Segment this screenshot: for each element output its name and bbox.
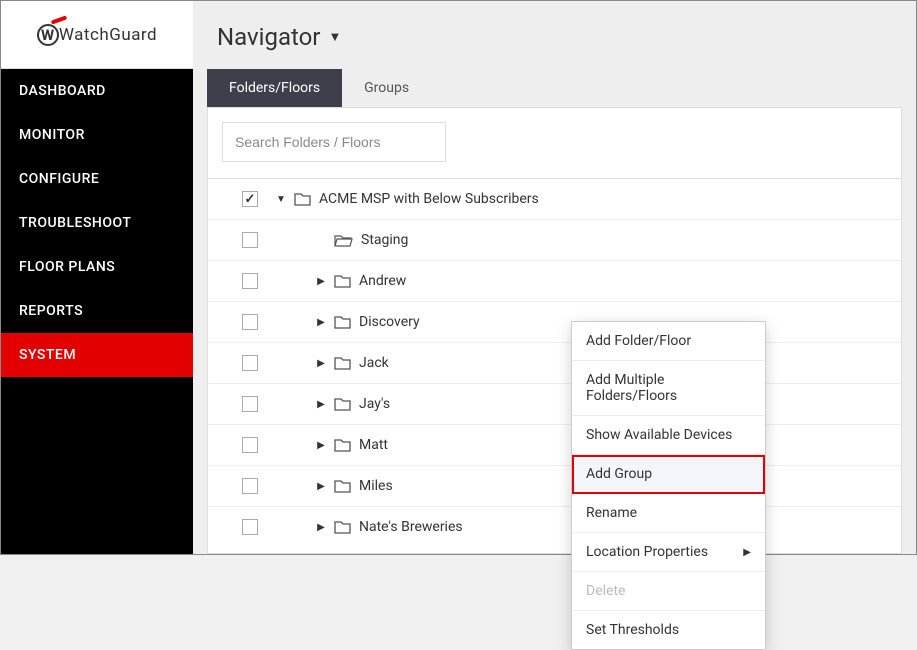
tree-row[interactable]: ▶ Miles	[208, 465, 901, 506]
nav-item-dashboard[interactable]: DASHBOARD	[1, 69, 193, 113]
checkbox[interactable]	[242, 355, 258, 371]
brand-text: WatchGuard	[59, 25, 157, 45]
folder-icon	[334, 274, 351, 288]
folder-icon	[334, 397, 351, 411]
chevron-right-icon: ▶	[743, 547, 751, 558]
menu-item-add-folder-floor[interactable]: Add Folder/Floor	[572, 322, 765, 361]
checkbox[interactable]	[242, 437, 258, 453]
tree-row[interactable]: ▶ Jay's	[208, 383, 901, 424]
search-box	[222, 122, 446, 162]
tree-label: Miles	[359, 478, 393, 494]
menu-item-show-available-devices[interactable]: Show Available Devices	[572, 416, 765, 455]
tree-row[interactable]: ▶ Andrew	[208, 260, 901, 301]
nav-item-system[interactable]: SYSTEM	[1, 333, 193, 377]
logo: WWatchGuard	[1, 1, 193, 69]
tree-label: Jay's	[359, 396, 390, 412]
checkbox[interactable]	[242, 232, 258, 248]
folder-icon	[334, 438, 351, 452]
folder-icon	[294, 192, 311, 206]
tree-row[interactable]: ▶ Discovery	[208, 301, 901, 342]
tree-label: Staging	[361, 232, 408, 248]
tree-row[interactable]: ▶ Nate's Breweries	[208, 506, 901, 547]
folder-icon	[334, 520, 351, 534]
folder-icon	[334, 356, 351, 370]
chevron-down-icon[interactable]: ▼	[276, 194, 286, 205]
tree-label: Nate's Breweries	[359, 519, 463, 535]
tree-row[interactable]: Staging	[208, 219, 901, 260]
tree-row[interactable]: ▶ Matt	[208, 424, 901, 465]
checkbox[interactable]	[242, 396, 258, 412]
chevron-right-icon[interactable]: ▶	[316, 276, 326, 287]
checkbox[interactable]	[242, 478, 258, 494]
chevron-right-icon[interactable]: ▶	[316, 399, 326, 410]
checkbox[interactable]	[242, 519, 258, 535]
page-title: Navigator	[217, 23, 320, 51]
tree-label: Andrew	[359, 273, 406, 289]
checkbox[interactable]	[242, 191, 258, 207]
folder-icon	[334, 315, 351, 329]
menu-item-add-multiple-folders-floors[interactable]: Add Multiple Folders/Floors	[572, 361, 765, 416]
nav-item-troubleshoot[interactable]: TROUBLESHOOT	[1, 201, 193, 245]
tree-label: Matt	[359, 437, 388, 453]
chevron-down-icon: ▼	[328, 29, 341, 45]
nav-item-monitor[interactable]: MONITOR	[1, 113, 193, 157]
tabs: Folders/FloorsGroups	[193, 69, 916, 107]
nav-item-floor-plans[interactable]: FLOOR PLANS	[1, 245, 193, 289]
tab-groups[interactable]: Groups	[342, 69, 431, 107]
chevron-right-icon[interactable]: ▶	[316, 522, 326, 533]
nav-item-configure[interactable]: CONFIGURE	[1, 157, 193, 201]
tab-folders-floors[interactable]: Folders/Floors	[207, 69, 342, 107]
page-header[interactable]: Navigator ▼	[193, 1, 916, 69]
checkbox[interactable]	[242, 273, 258, 289]
chevron-right-icon[interactable]: ▶	[316, 358, 326, 369]
chevron-right-icon[interactable]: ▶	[316, 481, 326, 492]
tree-label: Jack	[359, 355, 389, 371]
tree-label: ACME MSP with Below Subscribers	[319, 191, 539, 207]
content-card: ▼ ACME MSP with Below Subscribers Stagin…	[207, 107, 902, 554]
menu-item-location-properties[interactable]: Location Properties▶	[572, 533, 765, 572]
tree-label: Discovery	[359, 314, 420, 330]
tree-row-root[interactable]: ▼ ACME MSP with Below Subscribers	[208, 178, 901, 219]
chevron-right-icon[interactable]: ▶	[316, 440, 326, 451]
context-menu: Add Folder/FloorAdd Multiple Folders/Flo…	[571, 321, 766, 650]
sidebar: WWatchGuard DASHBOARDMONITORCONFIGURETRO…	[1, 1, 193, 554]
menu-item-rename[interactable]: Rename	[572, 494, 765, 533]
nav-item-reports[interactable]: REPORTS	[1, 289, 193, 333]
menu-item-add-group[interactable]: Add Group	[572, 455, 765, 494]
checkbox[interactable]	[242, 314, 258, 330]
search-input[interactable]	[222, 122, 446, 162]
folder-open-icon	[334, 233, 353, 247]
menu-item-delete: Delete	[572, 572, 765, 611]
tree-row[interactable]: ▶ Jack	[208, 342, 901, 383]
nav-items: DASHBOARDMONITORCONFIGURETROUBLESHOOTFLO…	[1, 69, 193, 377]
chevron-right-icon[interactable]: ▶	[316, 317, 326, 328]
folder-icon	[334, 479, 351, 493]
menu-item-set-thresholds[interactable]: Set Thresholds	[572, 611, 765, 649]
main: Navigator ▼ Folders/FloorsGroups ▼ ACME …	[193, 1, 916, 554]
